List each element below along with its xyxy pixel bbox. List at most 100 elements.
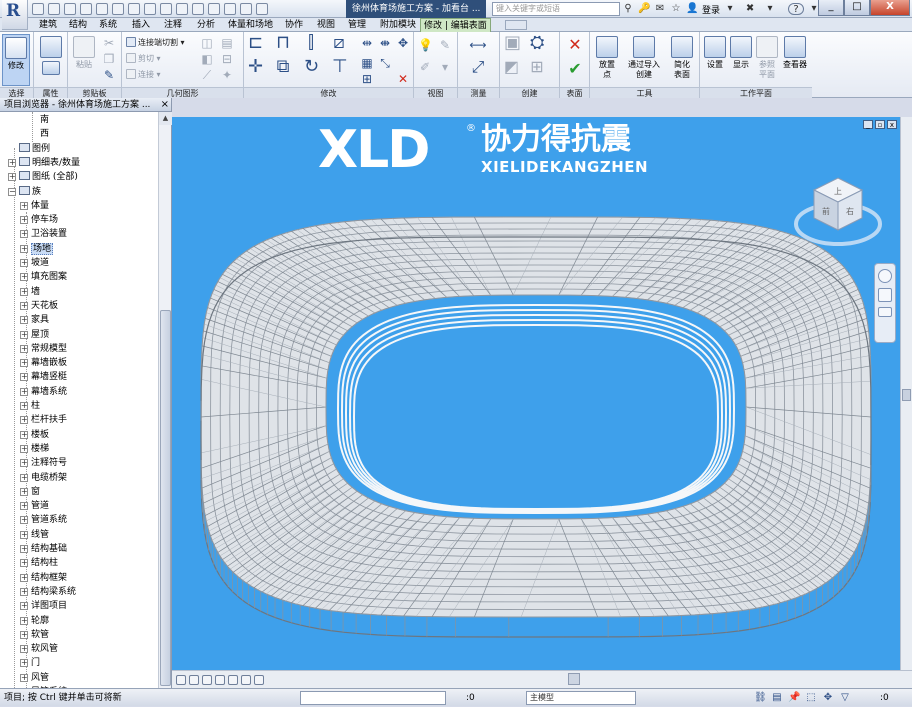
- create-similar-icon[interactable]: ⛭: [530, 34, 544, 52]
- match-type-icon[interactable]: ✎: [102, 68, 116, 82]
- text-icon[interactable]: [160, 3, 172, 15]
- ref-plane-button[interactable]: 参照 平面: [754, 34, 780, 86]
- beam-join-icon[interactable]: ⟋: [200, 68, 214, 82]
- maximize-button[interactable]: □: [844, 0, 870, 16]
- delete-icon[interactable]: ✕: [396, 72, 410, 86]
- expand-icon[interactable]: +: [20, 416, 28, 425]
- tree-item[interactable]: + 幕墙系统: [20, 385, 67, 399]
- render-icon[interactable]: [215, 674, 225, 685]
- measure-icon[interactable]: [128, 3, 140, 15]
- expand-icon[interactable]: +: [20, 273, 28, 282]
- reveal-hidden-icon[interactable]: [254, 674, 264, 685]
- align-icon[interactable]: ⊏: [248, 34, 263, 52]
- paste-button[interactable]: 粘贴: [70, 34, 98, 86]
- connect-cut-button[interactable]: 连接端切割 ▾: [126, 36, 185, 49]
- minimize-button[interactable]: _: [818, 0, 844, 16]
- view-minimize-button[interactable]: _: [863, 120, 873, 129]
- print-icon[interactable]: [112, 3, 124, 15]
- expand-icon[interactable]: +: [20, 545, 28, 553]
- expand-icon[interactable]: +: [20, 659, 28, 668]
- tree-item[interactable]: + 图纸 (全部): [8, 170, 78, 184]
- login-link[interactable]: 登录: [702, 3, 720, 16]
- workset-dropdown[interactable]: [300, 691, 446, 705]
- tree-item[interactable]: + 门: [20, 656, 40, 670]
- select-underlay-icon[interactable]: ▤: [771, 692, 783, 704]
- redo-icon[interactable]: [96, 3, 108, 15]
- tree-item[interactable]: + 管道: [20, 499, 49, 513]
- help-icon[interactable]: ?: [788, 3, 805, 15]
- expand-icon[interactable]: +: [20, 587, 28, 596]
- save-icon[interactable]: [48, 3, 60, 15]
- tree-item[interactable]: + 结构基础: [20, 542, 67, 556]
- tree-item[interactable]: + 天花板: [20, 299, 58, 313]
- create-from-import-button[interactable]: 通过导入 创建: [624, 34, 664, 86]
- tree-item[interactable]: + 柱: [20, 399, 40, 413]
- 3d-viewport[interactable]: XLD ® 协力得抗震 XIELIDEKANGZHEN _ ▫ x 上 前 右: [172, 117, 900, 670]
- tree-item[interactable]: + 墙: [20, 285, 40, 299]
- drag-on-selection-icon[interactable]: ✥: [822, 692, 834, 704]
- viewport-vscroll-thumb[interactable]: [902, 389, 911, 401]
- switch-windows-icon[interactable]: [240, 3, 252, 15]
- tree-item[interactable]: + 常规模型: [20, 342, 67, 356]
- shadows-icon[interactable]: [202, 674, 212, 685]
- panel-select-label[interactable]: 选择: [0, 87, 33, 98]
- tree-item[interactable]: + 软管: [20, 628, 49, 642]
- pin-icon[interactable]: ✥: [396, 36, 410, 50]
- tree-item[interactable]: + 风管: [20, 671, 49, 685]
- expand-icon[interactable]: +: [20, 502, 28, 511]
- open-icon[interactable]: [32, 3, 44, 15]
- navbar-options-icon[interactable]: [878, 307, 892, 317]
- expand-icon[interactable]: +: [20, 459, 28, 468]
- zoom-icon[interactable]: [878, 288, 892, 302]
- expand-icon[interactable]: +: [8, 173, 16, 182]
- trim-extend-icon[interactable]: ⊤: [332, 58, 348, 76]
- dimension-icon[interactable]: [144, 3, 156, 15]
- tab-modify-edit-surface[interactable]: 修改 | 编辑表面: [420, 18, 491, 33]
- tree-item[interactable]: − 族: [8, 185, 41, 199]
- expand-icon[interactable]: +: [20, 602, 28, 611]
- 3d-view-icon[interactable]: [176, 3, 188, 15]
- split-element-icon[interactable]: ⇹: [360, 36, 374, 50]
- scroll-up-icon[interactable]: ▲: [159, 112, 172, 125]
- crop-view-icon[interactable]: [228, 674, 238, 685]
- copy-icon[interactable]: ❐: [102, 52, 116, 66]
- expand-icon[interactable]: +: [20, 216, 28, 225]
- viewport-vertical-scrollbar[interactable]: [900, 117, 912, 670]
- split-gap-icon[interactable]: ⇼: [378, 36, 392, 50]
- tree-item[interactable]: + 管道系统: [20, 513, 67, 527]
- paint-icon[interactable]: ▤: [220, 36, 234, 50]
- tree-item[interactable]: + 幕墙竖梃: [20, 370, 67, 384]
- expand-icon[interactable]: +: [20, 330, 28, 339]
- close-browser-icon[interactable]: ×: [161, 98, 169, 111]
- tree-item[interactable]: + 屋顶: [20, 328, 49, 342]
- aligned-dimension-icon[interactable]: ⤢: [464, 59, 492, 75]
- tree-item[interactable]: + 窗: [20, 485, 40, 499]
- tree-item[interactable]: + 停车场: [20, 213, 58, 227]
- show-workplane-button[interactable]: 显示: [728, 34, 754, 86]
- subscription-icon[interactable]: 🔑: [638, 3, 650, 15]
- tree-item[interactable]: + 轮廓: [20, 614, 49, 628]
- viewcube[interactable]: 上 前 右: [792, 172, 884, 252]
- tree-item[interactable]: + 软风管: [20, 642, 58, 656]
- tab-collaborate[interactable]: 协作: [282, 18, 306, 32]
- tree-item[interactable]: + 结构柱: [20, 556, 58, 570]
- expand-icon[interactable]: +: [20, 201, 28, 210]
- steering-wheel-icon[interactable]: [878, 269, 892, 283]
- tree-item[interactable]: + 线管: [20, 528, 49, 542]
- viewer-button[interactable]: 查看器: [780, 34, 810, 86]
- select-links-icon[interactable]: ⛓: [754, 692, 767, 704]
- expand-icon[interactable]: +: [20, 516, 28, 525]
- filter-icon[interactable]: ▽: [839, 692, 851, 704]
- tab-structure[interactable]: 结构: [66, 18, 90, 32]
- override-graphics-icon[interactable]: ✎: [438, 38, 452, 52]
- tree-item[interactable]: + 结构框架: [20, 571, 67, 585]
- move-icon[interactable]: ✛: [248, 58, 263, 76]
- tree-item[interactable]: + 坡道: [20, 256, 49, 270]
- tab-systems[interactable]: 系统: [96, 18, 120, 32]
- tree-item[interactable]: + 详图项目: [20, 599, 67, 613]
- expand-icon[interactable]: +: [20, 473, 28, 482]
- tree-item[interactable]: + 幕墙嵌板: [20, 356, 67, 370]
- tab-insert[interactable]: 插入: [129, 18, 153, 32]
- array-icon[interactable]: ▦: [360, 56, 374, 70]
- tree-item[interactable]: + 结构梁系统: [20, 585, 76, 599]
